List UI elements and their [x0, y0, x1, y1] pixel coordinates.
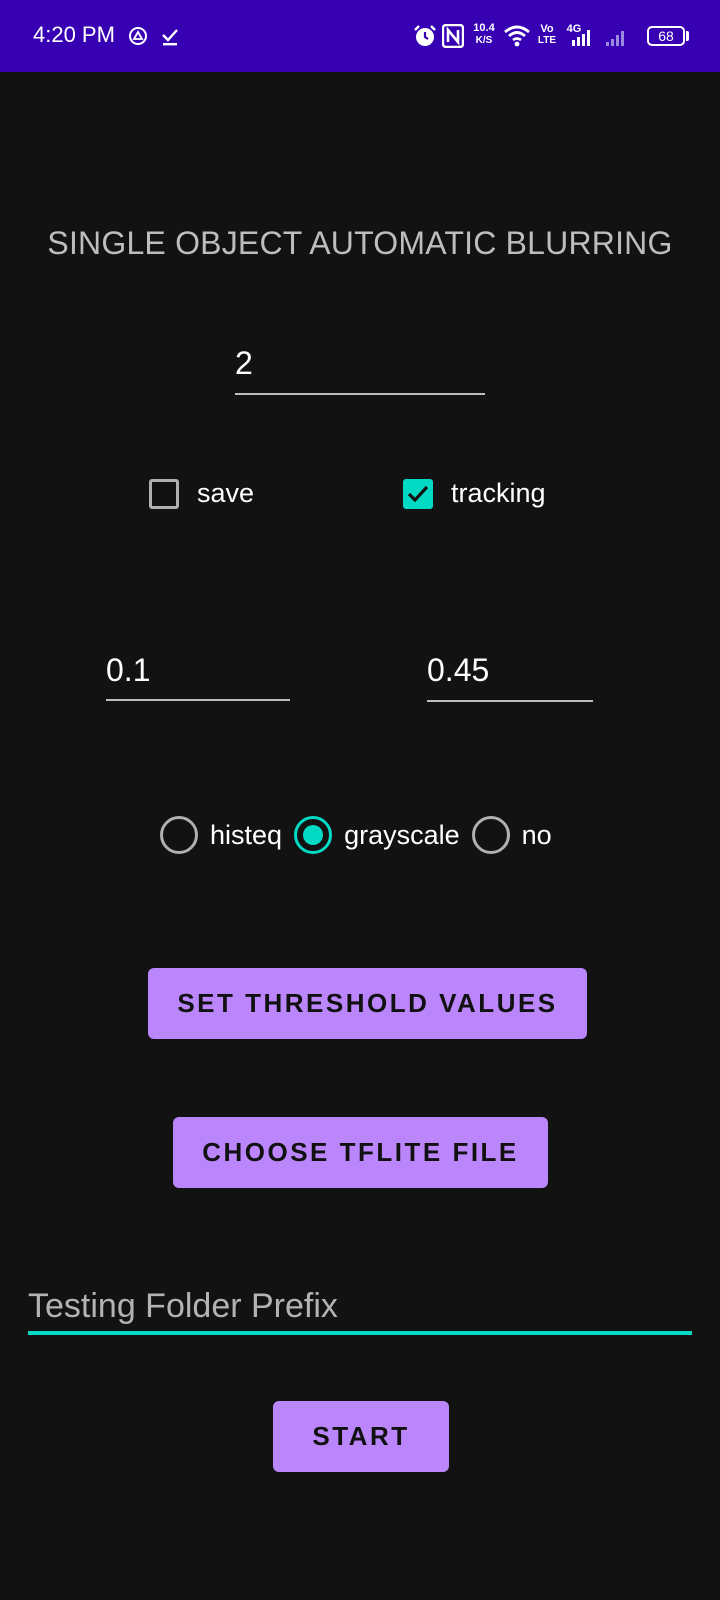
- number-input[interactable]: 2: [235, 345, 485, 395]
- radio-histeq-circle[interactable]: [160, 816, 198, 854]
- choose-tflite-button[interactable]: CHOOSE TFLITE FILE: [173, 1117, 548, 1188]
- checkmark-icon: [407, 485, 429, 502]
- set-threshold-button[interactable]: SET THRESHOLD VALUES: [148, 968, 587, 1039]
- net-speed-value: 10.4: [473, 22, 495, 34]
- tracking-checkbox[interactable]: tracking: [403, 478, 546, 509]
- number-input-underline: [235, 393, 485, 395]
- nfc-icon: [441, 23, 465, 51]
- threshold-low-underline: [106, 699, 290, 701]
- radio-selected-dot: [303, 825, 324, 845]
- volte-bottom: LTE: [537, 35, 557, 46]
- save-checkbox[interactable]: save: [149, 478, 254, 509]
- battery-tip: [686, 31, 689, 41]
- page-title: SINGLE OBJECT AUTOMATIC BLURRING: [47, 225, 673, 261]
- folder-prefix-input[interactable]: Testing Folder Prefix: [28, 1287, 692, 1337]
- folder-prefix-placeholder: Testing Folder Prefix: [28, 1287, 338, 1325]
- radio-grayscale[interactable]: grayscale: [294, 816, 460, 854]
- tracking-checkbox-label: tracking: [451, 478, 546, 508]
- tracking-checkbox-box[interactable]: [403, 478, 433, 509]
- radio-no[interactable]: no: [471, 816, 552, 854]
- net-speed-unit: K/S: [475, 35, 493, 46]
- wifi-icon: [504, 25, 530, 50]
- threshold-high-input[interactable]: 0.45: [427, 652, 593, 702]
- threshold-low-value: 0.1: [106, 652, 151, 688]
- download-done-icon: [160, 26, 180, 49]
- status-time: 4:20 PM: [33, 22, 115, 47]
- signal-icon: [570, 30, 630, 49]
- volte-top: Vo: [540, 23, 554, 35]
- radio-histeq-label: histeq: [210, 819, 283, 850]
- preprocess-radio-group: histeq grayscale no: [160, 816, 564, 854]
- status-bar: 4:20 PM 10.4 K/S Vo LTE 4G 68: [0, 0, 720, 72]
- threshold-high-value: 0.45: [427, 652, 490, 688]
- radio-no-label: no: [521, 819, 552, 850]
- radio-grayscale-circle[interactable]: [294, 816, 333, 854]
- radio-grayscale-label: grayscale: [344, 819, 460, 850]
- threshold-low-input[interactable]: 0.1: [106, 652, 290, 701]
- start-button[interactable]: START: [273, 1401, 449, 1472]
- save-checkbox-label: save: [197, 478, 255, 508]
- radio-no-circle[interactable]: [471, 816, 510, 854]
- battery-icon: 68: [647, 26, 685, 46]
- radio-histeq[interactable]: histeq: [160, 816, 282, 854]
- save-checkbox-box[interactable]: [149, 478, 179, 509]
- threshold-high-underline: [427, 700, 593, 702]
- alarm-icon: [413, 24, 437, 51]
- cast-icon: [128, 26, 148, 49]
- folder-prefix-underline: [28, 1331, 692, 1335]
- number-input-value: 2: [235, 345, 253, 381]
